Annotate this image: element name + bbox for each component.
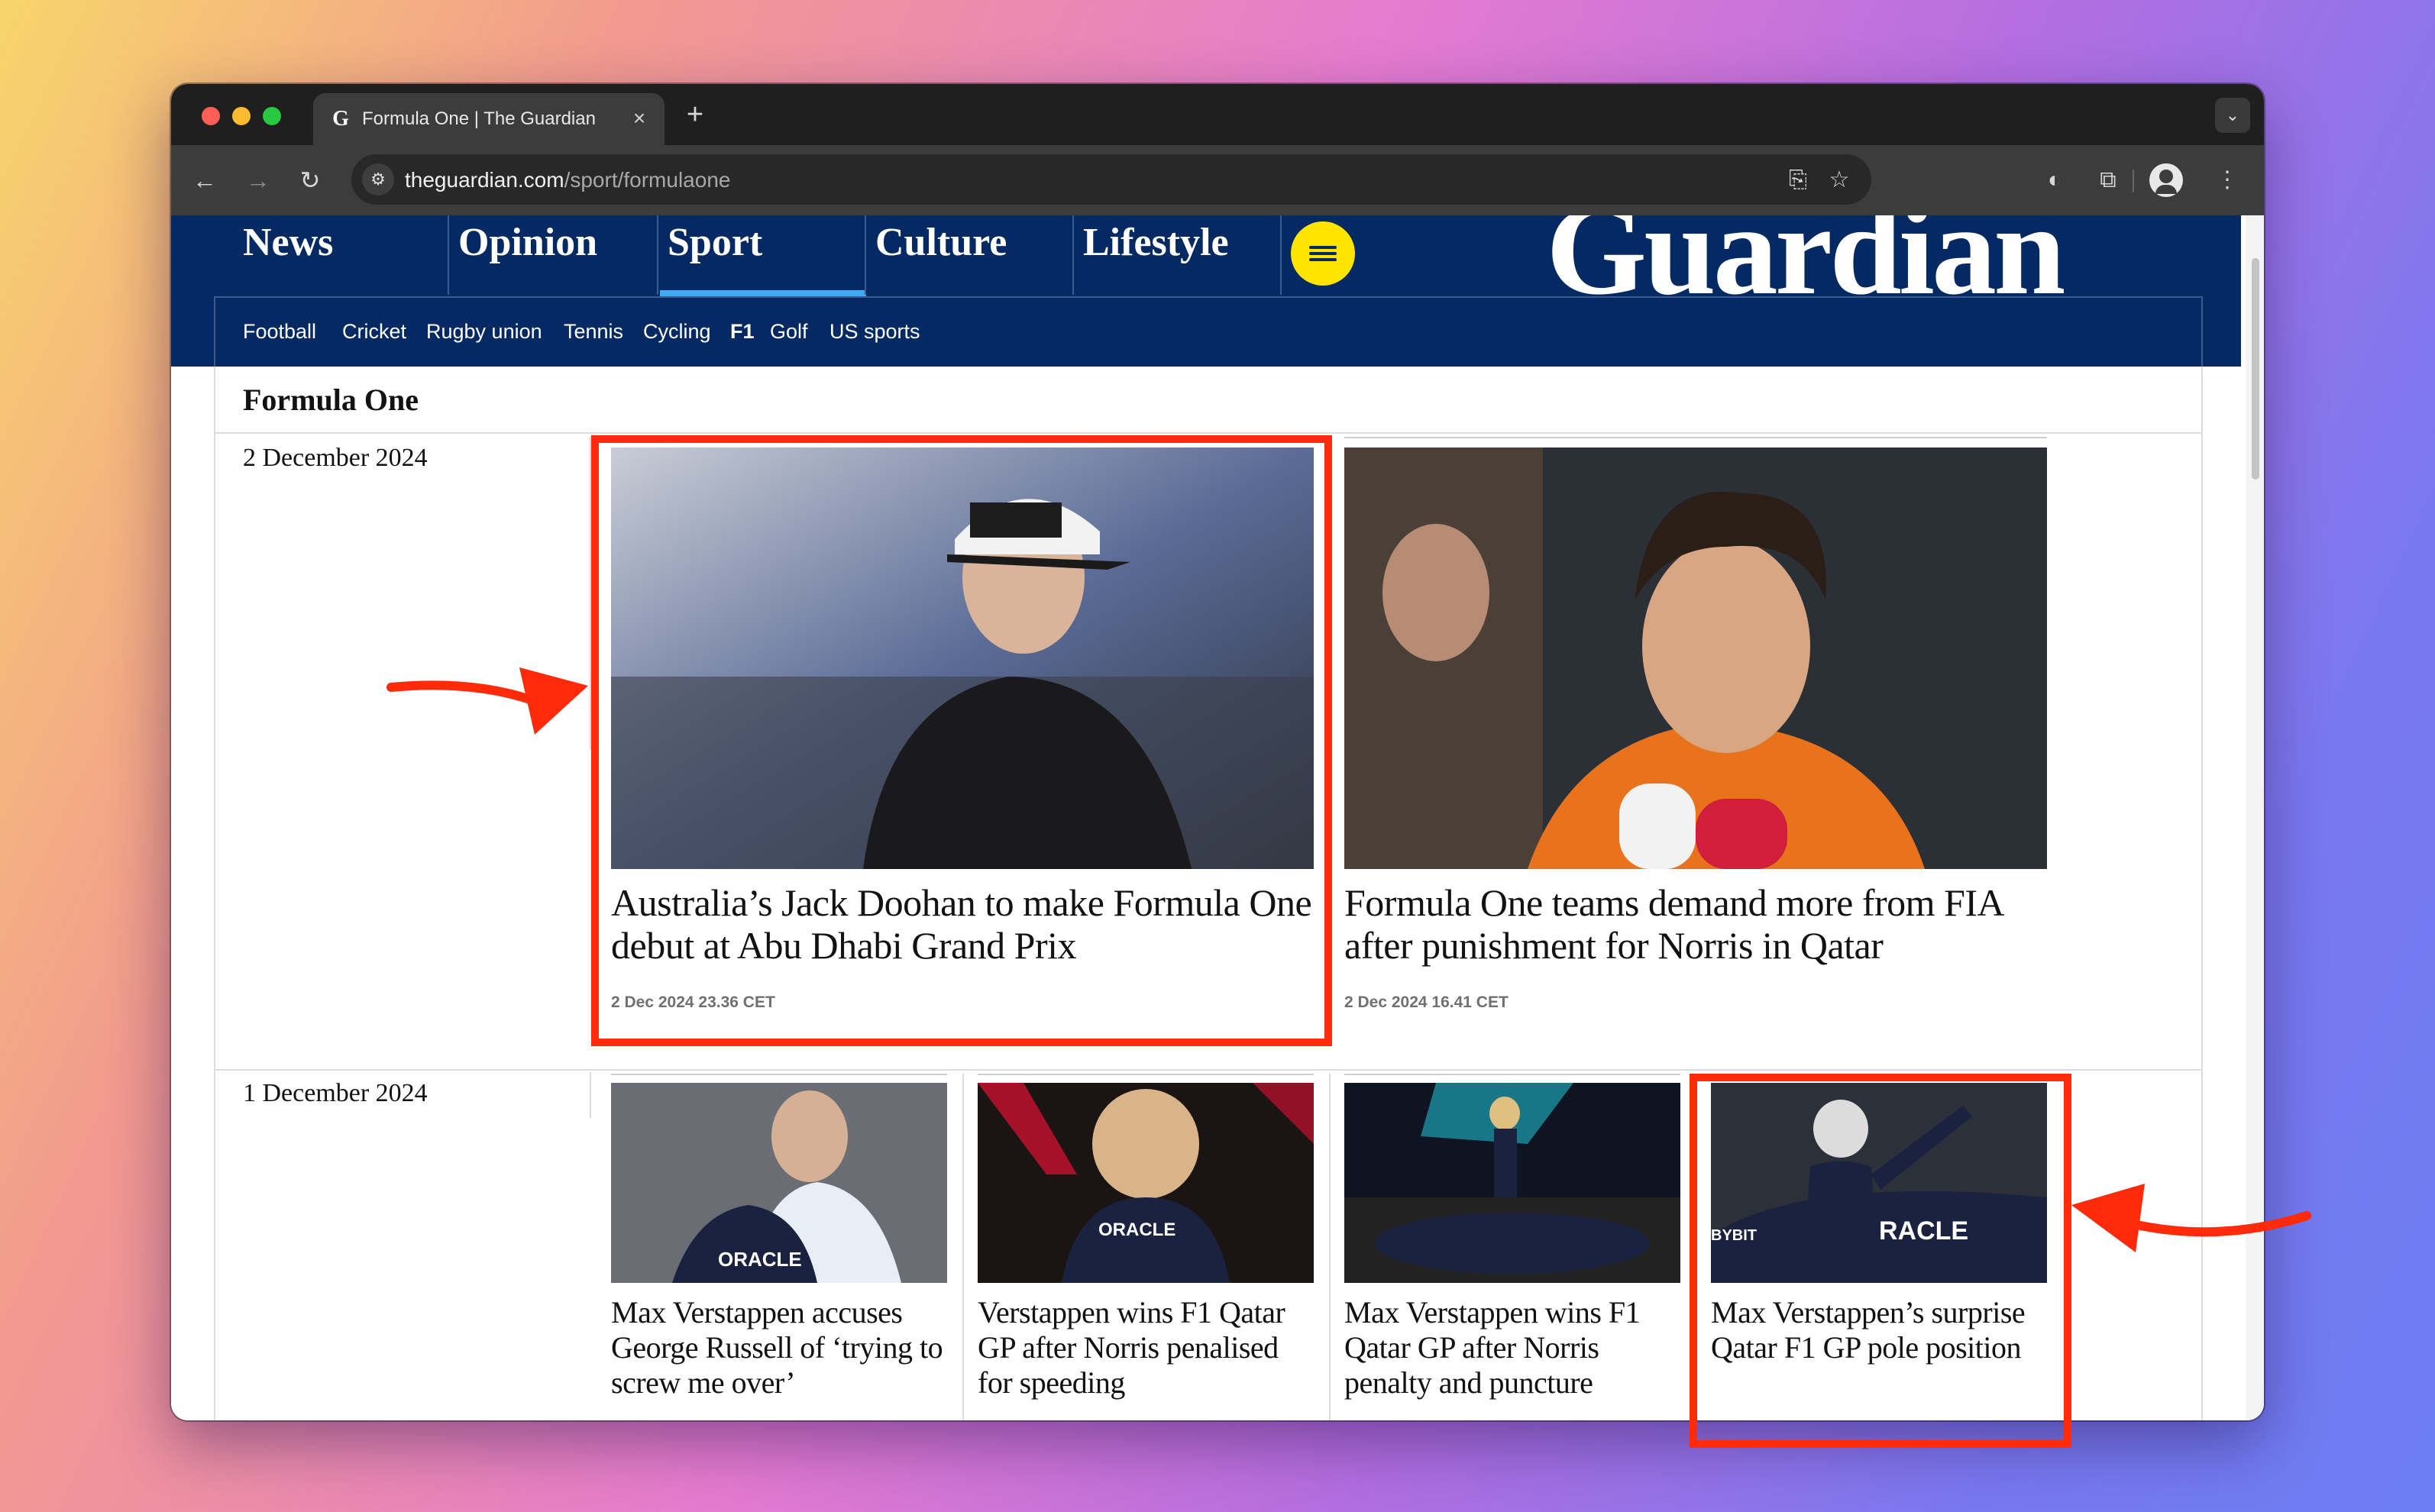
annotation-arrowhead-left: [519, 667, 588, 735]
annotation-arrow-right: [2119, 1211, 2311, 1237]
annotation-arrow-left: [386, 680, 539, 706]
annotation-arrows: [386, 667, 2311, 1252]
annotation-arrowhead-right: [2071, 1184, 2145, 1252]
